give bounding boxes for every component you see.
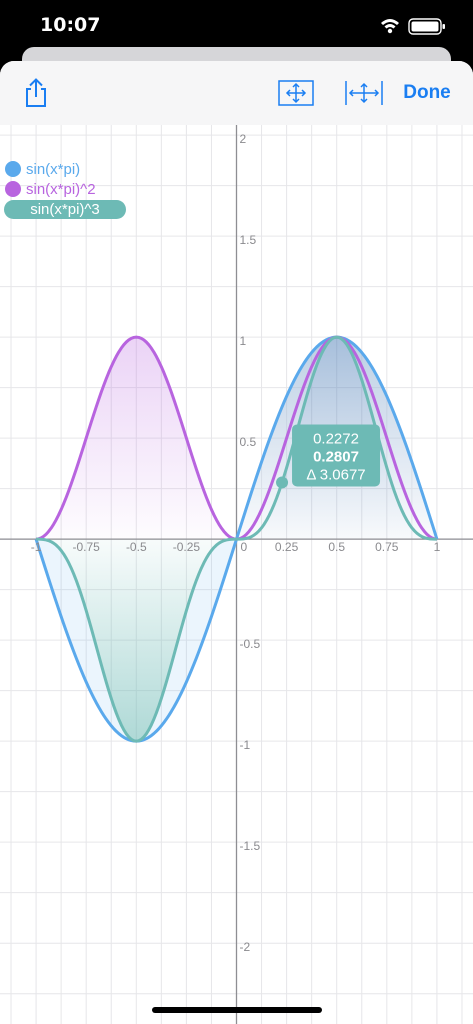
y-tick-label: -1.5 [240, 839, 261, 853]
legend-item-sin(x*pi)[interactable]: sin(x*pi) [5, 161, 80, 178]
home-indicator [152, 1007, 322, 1013]
wifi-icon [381, 19, 399, 34]
legend-swatch [5, 181, 21, 197]
x-tick-label: 0.25 [275, 540, 299, 554]
y-tick-label: 1.5 [240, 233, 257, 247]
battery-icon [408, 18, 445, 35]
function-graph[interactable]: -1.25-1-0.75-0.5-0.2500.250.50.75121.510… [0, 125, 473, 1024]
tooltip-y-value: 0.2807 [313, 448, 359, 465]
legend-label: sin(x*pi)^2 [26, 181, 96, 198]
fit-view-icon [278, 80, 314, 106]
x-tick-label: 0.75 [375, 540, 399, 554]
y-tick-label: 0.5 [240, 435, 257, 449]
y-tick-label: 1 [240, 334, 247, 348]
share-icon [26, 78, 46, 107]
legend[interactable]: sin(x*pi) sin(x*pi)^2 sin(x*pi)^3 [4, 161, 126, 219]
graph-canvas[interactable]: -1.25-1-0.75-0.5-0.2500.250.50.75121.510… [0, 125, 473, 1024]
expand-horizontal-button[interactable] [344, 78, 384, 108]
graph-sheet: Done -1.25-1-0.75-0. [0, 61, 473, 1024]
x-tick-label: -0.5 [126, 540, 147, 554]
tooltip-x-value: 0.2272 [313, 430, 359, 447]
legend-label: sin(x*pi) [26, 161, 80, 178]
x-tick-label: 0 [241, 540, 248, 554]
toolbar: Done [0, 61, 473, 126]
expand-horizontal-icon [345, 81, 383, 105]
legend-label: sin(x*pi)^3 [30, 201, 100, 218]
share-button[interactable] [18, 75, 54, 111]
y-tick-label: -0.5 [240, 637, 261, 651]
done-button[interactable]: Done [396, 79, 458, 107]
x-tick-label: -1 [31, 540, 42, 554]
x-tick-label: 1 [434, 540, 441, 554]
y-tick-label: -2 [240, 940, 251, 954]
selected-point-marker[interactable] [276, 476, 289, 489]
fit-view-button[interactable] [278, 78, 314, 108]
x-tick-label: -0.25 [173, 540, 201, 554]
x-tick-label: 0.5 [328, 540, 345, 554]
legend-swatch [5, 161, 21, 177]
tooltip-delta-value: Δ 3.0677 [306, 466, 365, 483]
legend-item-sin(x*pi)^2[interactable]: sin(x*pi)^2 [5, 181, 96, 198]
status-time: 10:07 [40, 14, 101, 36]
x-tick-label: -0.75 [73, 540, 101, 554]
status-icons [381, 18, 445, 35]
status-bar: 10:07 [0, 0, 473, 50]
y-tick-label: 2 [240, 132, 247, 146]
y-tick-label: -1 [240, 738, 251, 752]
legend-item-sin(x*pi)^3[interactable]: sin(x*pi)^3 [4, 200, 126, 219]
